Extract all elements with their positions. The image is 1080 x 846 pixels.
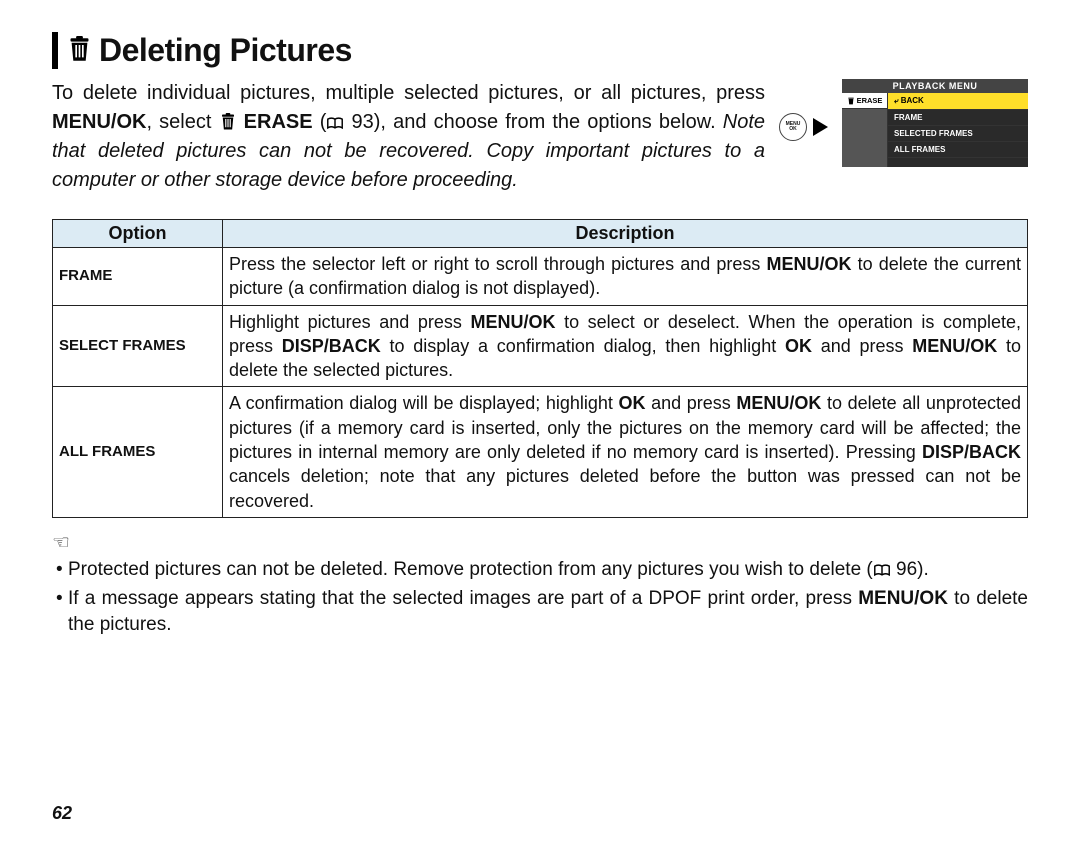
intro-text: (: [313, 111, 327, 133]
option-description: Highlight pictures and press MENU/OK to …: [223, 305, 1028, 387]
note-item: If a message appears stating that the se…: [56, 586, 1028, 639]
book-icon: [873, 559, 891, 580]
camera-menu-screenshot: PLAYBACK MENU ERASE BACK FRAME SELECTED …: [842, 79, 1028, 167]
camera-menu-item: ALL FRAMES: [888, 142, 1028, 158]
erase-text: ERASE: [237, 111, 313, 133]
menuok-text: MENU/OK: [52, 111, 146, 133]
intro-text: , select: [146, 111, 218, 133]
arrow-right-icon: [813, 118, 828, 136]
option-label: ALL FRAMES: [53, 387, 223, 517]
option-label: SELECT FRAMES: [53, 305, 223, 387]
intro-text: 93), and choose from the options below.: [344, 111, 722, 133]
intro-paragraph: To delete individual pictures, multiple …: [52, 79, 765, 195]
trash-icon: [66, 36, 93, 65]
notes-section: ☜ Protected pictures can not be deleted.…: [52, 530, 1028, 639]
page-number: 62: [52, 803, 72, 824]
note-item: Protected pictures can not be deleted. R…: [56, 557, 1028, 584]
table-row: ALL FRAMES A confirmation dialog will be…: [53, 387, 1028, 517]
intro-text: To delete individual pictures, multiple …: [52, 82, 765, 104]
col-header-description: Description: [223, 220, 1028, 248]
page-title: Deleting Pictures: [99, 32, 352, 69]
camera-menu-tab: ERASE: [842, 93, 887, 109]
menu-ok-illustration: MENU OK: [779, 79, 828, 141]
options-table: Option Description FRAME Press the selec…: [52, 219, 1028, 518]
table-row: SELECT FRAMES Highlight pictures and pre…: [53, 305, 1028, 387]
pointing-hand-icon: ☜: [52, 530, 1028, 555]
camera-menu-item: SELECTED FRAMES: [888, 126, 1028, 142]
title-bar: Deleting Pictures: [52, 32, 1028, 69]
camera-menu-item: BACK: [888, 93, 1028, 110]
col-header-option: Option: [53, 220, 223, 248]
option-label: FRAME: [53, 248, 223, 306]
camera-menu-item: FRAME: [888, 110, 1028, 126]
camera-menu-title: PLAYBACK MENU: [842, 79, 1028, 93]
table-row: FRAME Press the selector left or right t…: [53, 248, 1028, 306]
trash-icon-inline: [219, 111, 237, 133]
option-description: Press the selector left or right to scro…: [223, 248, 1028, 306]
menuok-button-icon: MENU OK: [779, 113, 807, 141]
option-description: A confirmation dialog will be displayed;…: [223, 387, 1028, 517]
book-icon: [326, 111, 344, 133]
